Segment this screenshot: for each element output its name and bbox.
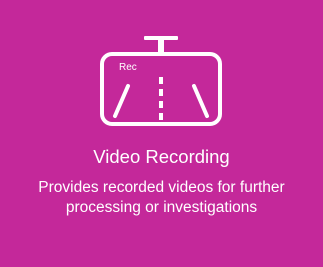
card-description: Provides recorded videos for further pro… — [38, 179, 285, 216]
rec-label: Rec — [119, 62, 137, 73]
feature-card: Rec Video Recording Provides recorded vi… — [0, 0, 323, 267]
card-title: Video Recording — [93, 146, 230, 167]
dashcam-icon: Rec — [95, 36, 227, 136]
